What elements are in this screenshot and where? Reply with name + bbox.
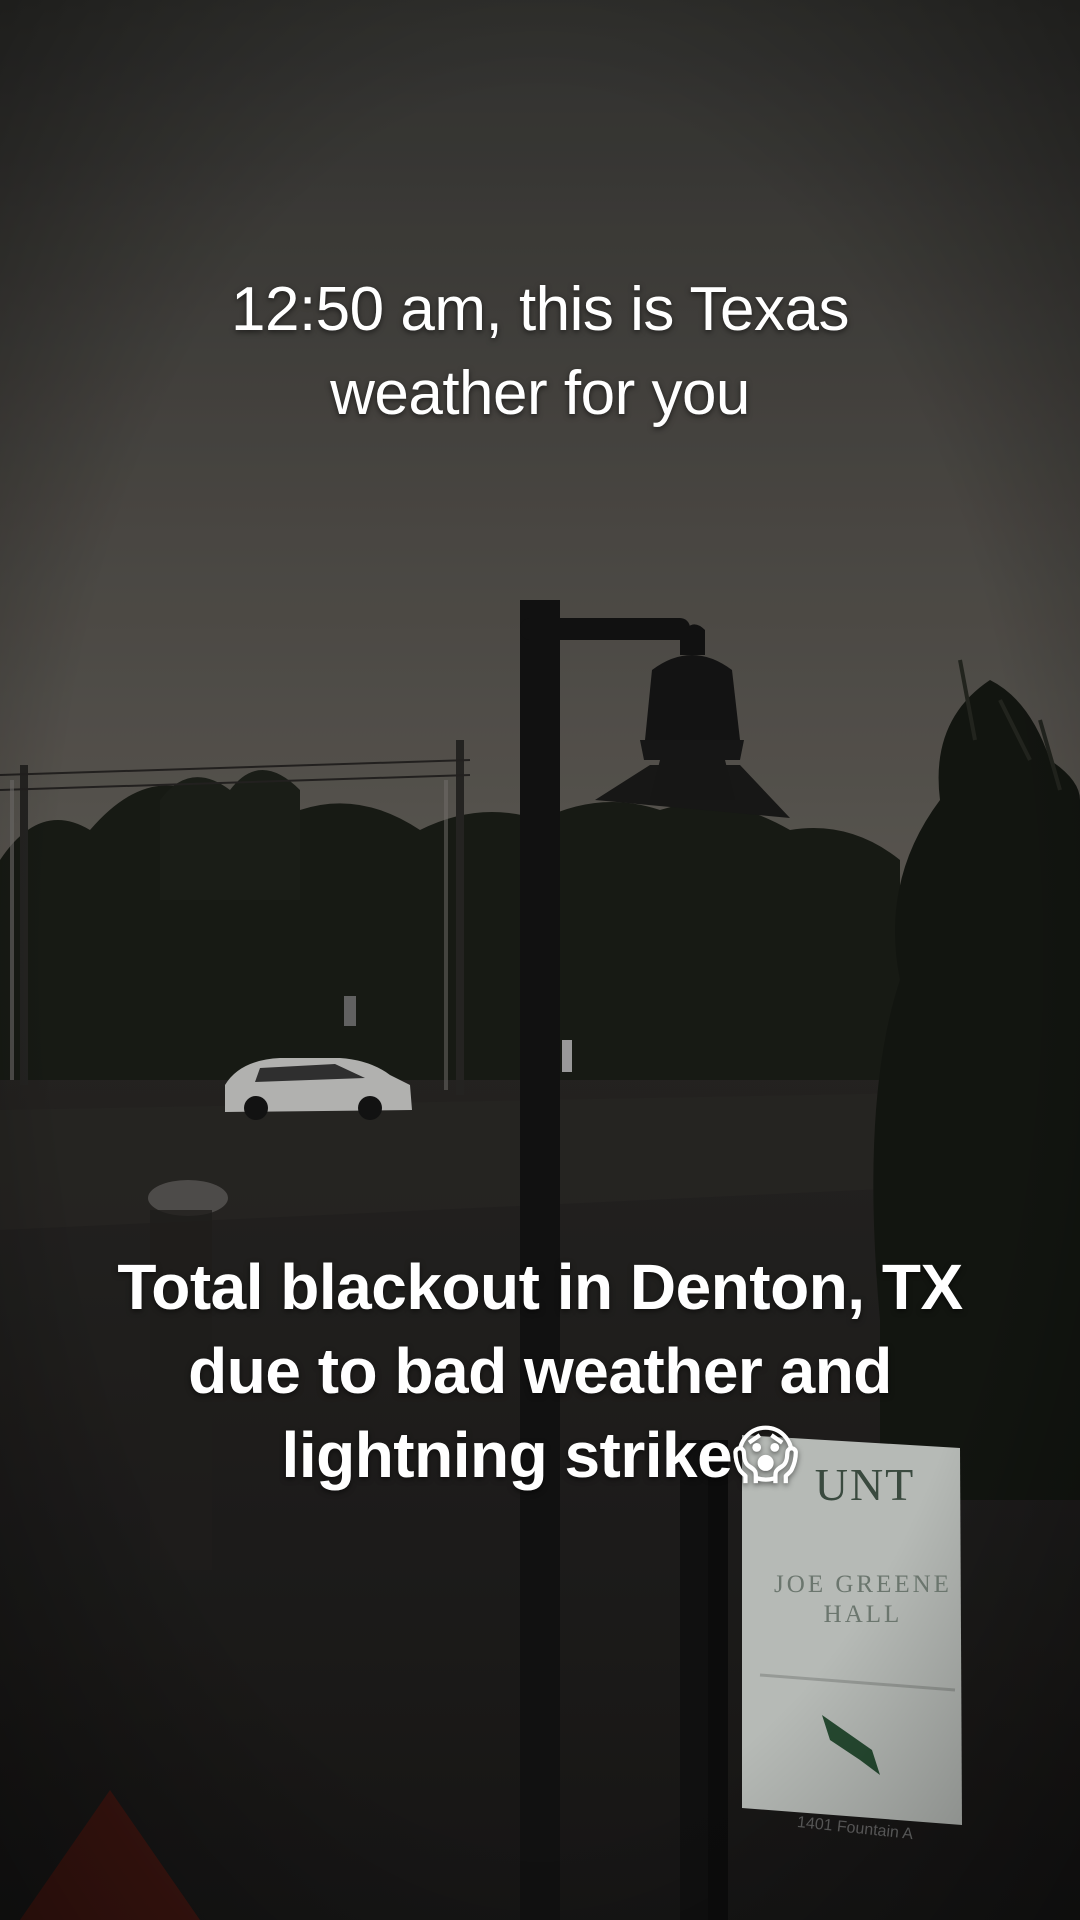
caption-top-line: 12:50 am, this is Texas xyxy=(230,275,850,344)
caption-bottom-text: lightning strike xyxy=(281,1419,733,1491)
caption-top: 12:50 am, this is Texas weather for you xyxy=(0,268,1080,436)
sign-subtitle: JOE GREENE HALL xyxy=(758,1570,968,1630)
caption-bottom-line-3: lightning strike😱 xyxy=(0,1413,1080,1498)
caption-bottom-line: Total blackout in Denton, TX xyxy=(117,1251,963,1323)
caption-bottom-line: due to bad weather and xyxy=(188,1335,892,1407)
sign-subtitle-line: JOE GREENE xyxy=(774,1571,952,1598)
sign-subtitle-line: HALL xyxy=(823,1601,903,1628)
caption-bottom: Total blackout in Denton, TX due to bad … xyxy=(0,1245,1080,1498)
caption-top-line: weather for you xyxy=(330,359,750,428)
screaming-face-emoji-icon: 😱 xyxy=(732,1419,799,1493)
